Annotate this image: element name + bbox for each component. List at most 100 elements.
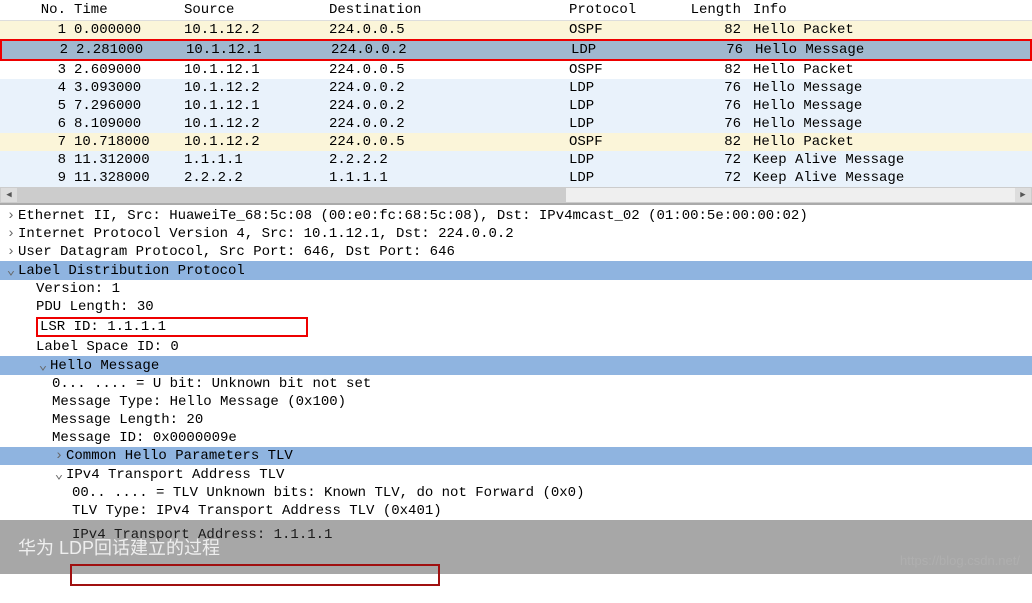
cell: 11.312000 bbox=[70, 151, 180, 169]
packet-row[interactable]: 68.10900010.1.12.2224.0.0.2LDP76Hello Me… bbox=[0, 115, 1032, 133]
detail-msg-id[interactable]: Message ID: 0x0000009e bbox=[0, 429, 1032, 447]
chevron-down-icon: ⌄ bbox=[4, 262, 18, 279]
cell: 10.1.12.2 bbox=[180, 133, 325, 151]
cell: 224.0.0.5 bbox=[325, 21, 565, 39]
detail-msg-type[interactable]: Message Type: Hello Message (0x100) bbox=[0, 393, 1032, 411]
detail-hello-message[interactable]: ⌄Hello Message bbox=[0, 356, 1032, 375]
cell: OSPF bbox=[565, 133, 655, 151]
cell: 10.1.12.1 bbox=[182, 41, 327, 59]
watermark-text: https://blog.csdn.net/ bbox=[900, 553, 1020, 568]
packet-details-pane[interactable]: ›Ethernet II, Src: HuaweiTe_68:5c:08 (00… bbox=[0, 205, 1032, 548]
cell: 72 bbox=[655, 169, 745, 187]
cell: LDP bbox=[565, 115, 655, 133]
cell: 76 bbox=[657, 41, 747, 59]
detail-ldp[interactable]: ⌄Label Distribution Protocol bbox=[0, 261, 1032, 280]
cell: 224.0.0.2 bbox=[325, 97, 565, 115]
cell: OSPF bbox=[565, 21, 655, 39]
cell: 2.2.2.2 bbox=[325, 151, 565, 169]
cell: 1.1.1.1 bbox=[325, 169, 565, 187]
horizontal-scrollbar[interactable]: ◀ ▶ bbox=[0, 187, 1032, 203]
cell: 2 bbox=[2, 41, 72, 59]
col-time[interactable]: Time bbox=[70, 0, 180, 20]
detail-msg-length[interactable]: Message Length: 20 bbox=[0, 411, 1032, 429]
cell: 82 bbox=[655, 21, 745, 39]
cell: LDP bbox=[565, 79, 655, 97]
chevron-right-icon: › bbox=[52, 448, 66, 464]
detail-label-space[interactable]: Label Space ID: 0 bbox=[0, 338, 1032, 356]
cell: Hello Message bbox=[745, 115, 1032, 133]
cell: 82 bbox=[655, 133, 745, 151]
chevron-right-icon: › bbox=[4, 244, 18, 260]
cell: 11.328000 bbox=[70, 169, 180, 187]
cell: 2.609000 bbox=[70, 61, 180, 79]
col-info[interactable]: Info bbox=[745, 0, 1032, 20]
chevron-right-icon: › bbox=[4, 208, 18, 224]
cell: 10.1.12.1 bbox=[180, 61, 325, 79]
detail-common-hello-tlv[interactable]: ›Common Hello Parameters TLV bbox=[0, 447, 1032, 465]
cell: 224.0.0.5 bbox=[325, 133, 565, 151]
detail-tlv-bits[interactable]: 00.. .... = TLV Unknown bits: Known TLV,… bbox=[0, 484, 1032, 502]
packet-row[interactable]: 43.09300010.1.12.2224.0.0.2LDP76Hello Me… bbox=[0, 79, 1032, 97]
detail-ubit[interactable]: 0... .... = U bit: Unknown bit not set bbox=[0, 375, 1032, 393]
cell: Hello Packet bbox=[745, 133, 1032, 151]
packet-row[interactable]: 10.00000010.1.12.2224.0.0.5OSPF82Hello P… bbox=[0, 21, 1032, 39]
packet-row[interactable]: 710.71800010.1.12.2224.0.0.5OSPF82Hello … bbox=[0, 133, 1032, 151]
chevron-right-icon: › bbox=[4, 226, 18, 242]
chevron-down-icon: ⌄ bbox=[52, 466, 66, 483]
cell: 224.0.0.5 bbox=[325, 61, 565, 79]
packet-row[interactable]: 22.28100010.1.12.1224.0.0.2LDP76Hello Me… bbox=[0, 39, 1032, 61]
packet-row[interactable]: 811.3120001.1.1.12.2.2.2LDP72Keep Alive … bbox=[0, 151, 1032, 169]
packet-row[interactable]: 57.29600010.1.12.1224.0.0.2LDP76Hello Me… bbox=[0, 97, 1032, 115]
cell: 1.1.1.1 bbox=[180, 151, 325, 169]
cell: 224.0.0.2 bbox=[327, 41, 567, 59]
chevron-down-icon: ⌄ bbox=[36, 357, 50, 374]
highlight-box bbox=[70, 564, 440, 586]
packet-list-pane[interactable]: No. Time Source Destination Protocol Len… bbox=[0, 0, 1032, 205]
cell: Hello Message bbox=[745, 97, 1032, 115]
cell: 7.296000 bbox=[70, 97, 180, 115]
detail-version[interactable]: Version: 1 bbox=[0, 280, 1032, 298]
scroll-left-icon[interactable]: ◀ bbox=[1, 188, 17, 202]
detail-ethernet[interactable]: ›Ethernet II, Src: HuaweiTe_68:5c:08 (00… bbox=[0, 207, 1032, 225]
cell: Hello Packet bbox=[745, 21, 1032, 39]
cell: 2.281000 bbox=[72, 41, 182, 59]
packet-row[interactable]: 911.3280002.2.2.21.1.1.1LDP72Keep Alive … bbox=[0, 169, 1032, 187]
col-source[interactable]: Source bbox=[180, 0, 325, 20]
detail-tlv-type[interactable]: TLV Type: IPv4 Transport Address TLV (0x… bbox=[0, 502, 1032, 520]
packet-list-header: No. Time Source Destination Protocol Len… bbox=[0, 0, 1032, 21]
cell: LDP bbox=[565, 97, 655, 115]
cell: 10.1.12.1 bbox=[180, 97, 325, 115]
cell: 76 bbox=[655, 115, 745, 133]
cell: 3 bbox=[0, 61, 70, 79]
col-no[interactable]: No. bbox=[0, 0, 70, 20]
col-destination[interactable]: Destination bbox=[325, 0, 565, 20]
cell: 3.093000 bbox=[70, 79, 180, 97]
cell: 8 bbox=[0, 151, 70, 169]
detail-ipv4-tlv[interactable]: ⌄IPv4 Transport Address TLV bbox=[0, 465, 1032, 484]
col-protocol[interactable]: Protocol bbox=[565, 0, 655, 20]
cell: 224.0.0.2 bbox=[325, 79, 565, 97]
cell: 76 bbox=[655, 97, 745, 115]
cell: 10.1.12.2 bbox=[180, 79, 325, 97]
cell: LDP bbox=[565, 169, 655, 187]
cell: 6 bbox=[0, 115, 70, 133]
cell: 10.718000 bbox=[70, 133, 180, 151]
cell: Hello Message bbox=[747, 41, 1030, 59]
scroll-right-icon[interactable]: ▶ bbox=[1015, 188, 1031, 202]
col-length[interactable]: Length bbox=[655, 0, 745, 20]
detail-ip[interactable]: ›Internet Protocol Version 4, Src: 10.1.… bbox=[0, 225, 1032, 243]
cell: 2.2.2.2 bbox=[180, 169, 325, 187]
detail-pdu-length[interactable]: PDU Length: 30 bbox=[0, 298, 1032, 316]
cell: Keep Alive Message bbox=[745, 169, 1032, 187]
detail-lsr-id[interactable]: LSR ID: 1.1.1.1 bbox=[0, 316, 1032, 338]
packet-row[interactable]: 32.60900010.1.12.1224.0.0.5OSPF82Hello P… bbox=[0, 61, 1032, 79]
cell: 5 bbox=[0, 97, 70, 115]
cell: Hello Packet bbox=[745, 61, 1032, 79]
cell: 72 bbox=[655, 151, 745, 169]
detail-udp[interactable]: ›User Datagram Protocol, Src Port: 646, … bbox=[0, 243, 1032, 261]
cell: 10.1.12.2 bbox=[180, 21, 325, 39]
cell: 7 bbox=[0, 133, 70, 151]
cell: Keep Alive Message bbox=[745, 151, 1032, 169]
cell: 8.109000 bbox=[70, 115, 180, 133]
cell: 82 bbox=[655, 61, 745, 79]
